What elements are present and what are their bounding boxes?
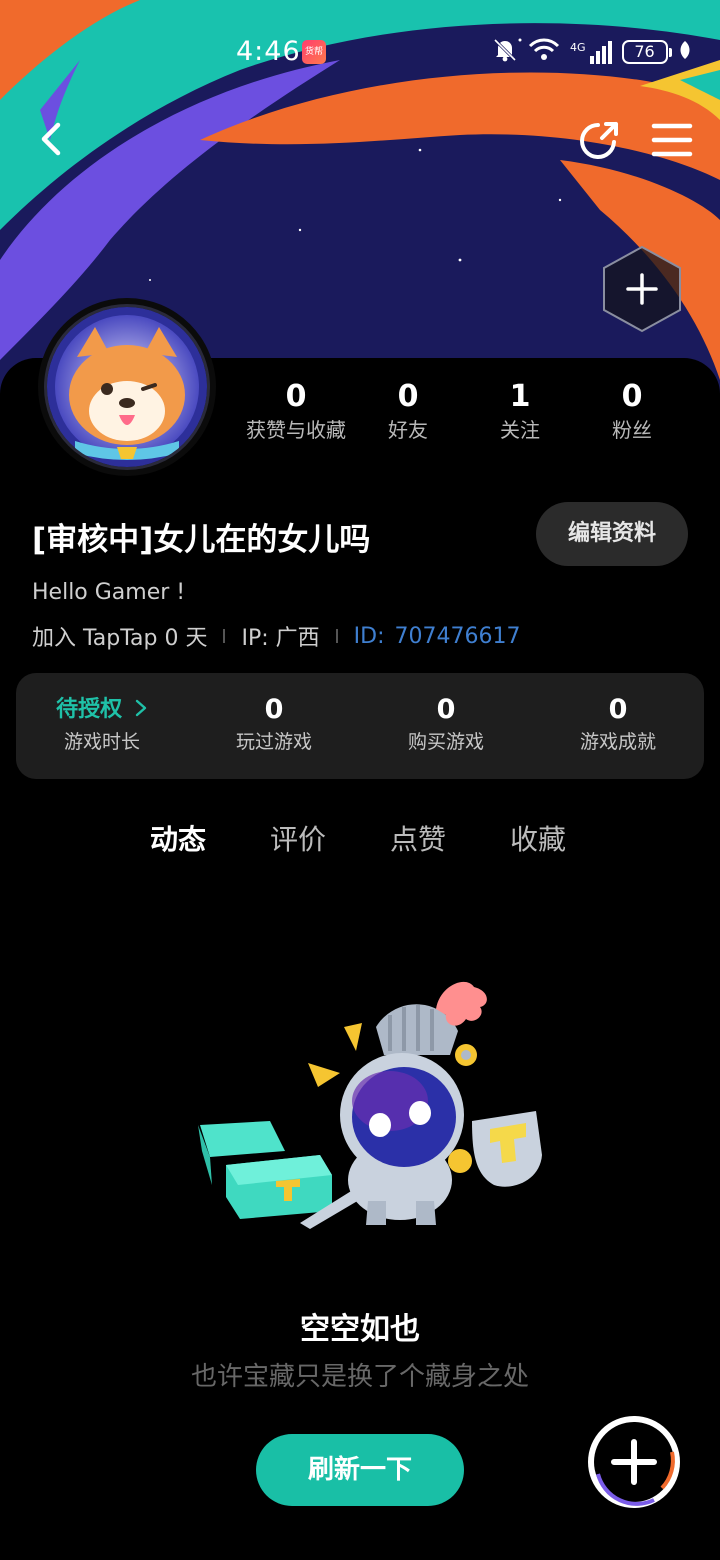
share-button[interactable] bbox=[576, 116, 624, 164]
menu-icon bbox=[651, 123, 693, 157]
username: [审核中]女儿在的女儿吗 bbox=[32, 522, 371, 558]
create-post-button[interactable] bbox=[580, 1412, 688, 1512]
network-type: 4G bbox=[570, 40, 586, 54]
back-button[interactable] bbox=[28, 115, 76, 163]
status-bar: 4:46 货帮 4G 76 bbox=[0, 30, 720, 74]
authorize-link[interactable]: 待授权 bbox=[16, 693, 188, 727]
game-stat-value: 0 bbox=[608, 694, 628, 725]
ip-location: IP: 广西 bbox=[241, 626, 320, 651]
game-stat-purchased[interactable]: 0 购买游戏 bbox=[360, 673, 532, 779]
profile-tabs: 动态 评价 点赞 收藏 bbox=[118, 818, 598, 862]
stat-label: 好友 bbox=[388, 418, 428, 442]
game-stat-achievements[interactable]: 0 游戏成就 bbox=[532, 673, 704, 779]
stat-likes[interactable]: 0 获赞与收藏 bbox=[240, 378, 352, 444]
status-icons: 4G 76 bbox=[492, 34, 692, 70]
tab-favorites[interactable]: 收藏 bbox=[478, 818, 598, 862]
profile-meta: 加入 TapTap 0 天 IP: 广西 ID: 707476617 bbox=[32, 620, 520, 652]
edit-profile-button[interactable]: 编辑资料 bbox=[536, 502, 688, 566]
empty-state-title: 空空如也 bbox=[300, 1312, 420, 1347]
authorize-label: 待授权 bbox=[56, 697, 123, 722]
stat-friends[interactable]: 0 好友 bbox=[352, 378, 464, 444]
stat-label: 关注 bbox=[500, 418, 540, 442]
stat-label: 粉丝 bbox=[612, 418, 652, 442]
stat-followers[interactable]: 0 粉丝 bbox=[576, 378, 688, 444]
empty-state-subtitle: 也许宝藏只是换了个藏身之处 bbox=[190, 1362, 529, 1392]
avatar[interactable] bbox=[38, 298, 216, 476]
chevron-right-icon bbox=[135, 699, 147, 717]
refresh-button[interactable]: 刷新一下 bbox=[256, 1434, 464, 1506]
shiba-avatar-image bbox=[47, 307, 207, 467]
game-stat-played[interactable]: 0 玩过游戏 bbox=[188, 673, 360, 779]
stat-label: 获赞与收藏 bbox=[246, 418, 346, 442]
divider bbox=[335, 629, 338, 643]
tab-moments[interactable]: 动态 bbox=[118, 818, 238, 862]
stat-value: 0 bbox=[621, 379, 643, 414]
game-stat-playtime[interactable]: 待授权 游戏时长 bbox=[16, 673, 188, 779]
back-icon bbox=[41, 122, 61, 156]
stat-value: 0 bbox=[397, 379, 419, 414]
bio: Hello Gamer ! bbox=[32, 580, 186, 605]
wifi-icon bbox=[528, 37, 560, 67]
game-stat-label: 游戏成就 bbox=[579, 731, 656, 753]
share-icon bbox=[580, 122, 618, 159]
game-stat-value: 0 bbox=[436, 694, 456, 725]
game-stat-value: 0 bbox=[264, 694, 284, 725]
leaf-icon bbox=[678, 40, 692, 64]
divider bbox=[223, 629, 226, 643]
app-notification-icon: 货帮 bbox=[302, 40, 326, 64]
signal-icon: 4G bbox=[570, 40, 612, 64]
joined-text: 加入 TapTap 0 天 bbox=[32, 626, 208, 651]
game-stat-label: 玩过游戏 bbox=[235, 731, 312, 753]
tab-likes[interactable]: 点赞 bbox=[358, 818, 478, 862]
game-stats-card: 待授权 游戏时长 0 玩过游戏 0 购买游戏 0 游戏成就 bbox=[16, 673, 704, 779]
bell-off-icon bbox=[492, 37, 518, 67]
game-stat-label: 购买游戏 bbox=[407, 731, 484, 753]
user-id[interactable]: 707476617 bbox=[394, 624, 520, 649]
stat-value: 1 bbox=[509, 379, 531, 414]
tab-reviews[interactable]: 评价 bbox=[238, 818, 358, 862]
profile-stats: 0 获赞与收藏 0 好友 1 关注 0 粉丝 bbox=[240, 378, 700, 444]
id-label: ID: bbox=[353, 623, 385, 649]
game-stat-label: 游戏时长 bbox=[63, 731, 140, 753]
stat-value: 0 bbox=[285, 379, 307, 414]
stat-following[interactable]: 1 关注 bbox=[464, 378, 576, 444]
battery-icon: 76 bbox=[621, 40, 672, 64]
add-decoration-button[interactable] bbox=[600, 244, 684, 334]
empty-state-illustration bbox=[190, 975, 550, 1235]
menu-button[interactable] bbox=[648, 116, 696, 164]
status-time: 4:46 bbox=[236, 36, 301, 67]
